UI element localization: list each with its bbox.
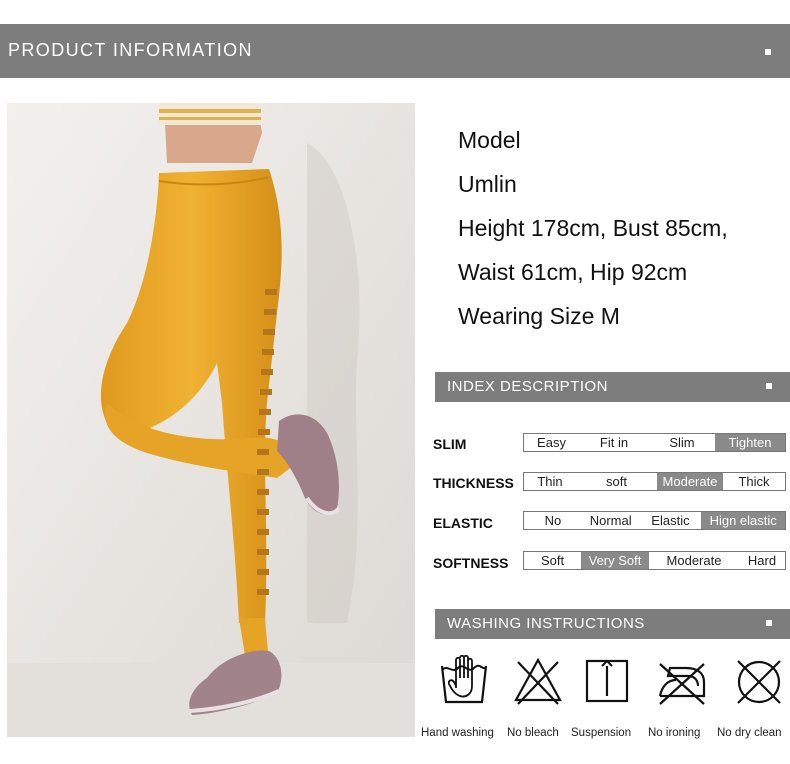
thickness-option-soft: soft <box>606 474 627 489</box>
model-info: Model Umlin Height 178cm, Bust 85cm, Wai… <box>458 118 728 338</box>
leggings-illustration <box>7 103 415 737</box>
elastic-label: ELASTIC <box>433 515 493 531</box>
thickness-option-moderate: Moderate <box>657 473 723 490</box>
slim-option-slim: Slim <box>669 435 695 450</box>
elastic-option-elastic: Elastic <box>651 513 690 528</box>
softness-option-moderate: Moderate <box>666 553 722 568</box>
slim-option-tighten: Tighten <box>715 434 785 451</box>
washing-square-icon <box>766 620 772 626</box>
slim-scale: Easy Fit in Slim Tighten <box>523 433 786 452</box>
washing-instructions-title: WASHING INSTRUCTIONS <box>447 615 645 632</box>
model-heading: Model <box>458 127 521 153</box>
thickness-scale: Thin soft Moderate Thick <box>523 472 786 491</box>
thickness-label: THICKNESS <box>433 475 514 491</box>
softness-option-very-soft: Very Soft <box>581 552 649 569</box>
model-waist-hip: Waist 61cm, Hip 92cm <box>458 259 688 285</box>
no-bleach-label: No bleach <box>507 727 559 739</box>
slim-option-easy: Easy <box>537 435 566 450</box>
no-dry-clean-label: No dry clean <box>717 727 782 739</box>
washing-instructions-header: WASHING INSTRUCTIONS <box>435 609 790 639</box>
header-title: PRODUCT INFORMATION <box>8 40 253 60</box>
hand-washing-label: Hand washing <box>421 727 494 739</box>
no-dry-clean-icon <box>732 652 786 708</box>
model-name: Umlin <box>458 171 517 197</box>
hand-wash-icon <box>438 652 490 708</box>
model-size: Wearing Size M <box>458 303 620 329</box>
elastic-option-no: No <box>544 513 562 528</box>
softness-option-soft: Soft <box>540 553 565 568</box>
product-info-header: PRODUCT INFORMATION <box>0 24 790 78</box>
slim-option-fit-in: Fit in <box>599 435 629 450</box>
no-bleach-icon <box>512 652 564 708</box>
softness-label: SOFTNESS <box>433 555 509 571</box>
no-ironing-label: No ironing <box>648 727 701 739</box>
index-square-icon <box>766 383 772 389</box>
no-iron-icon <box>654 652 710 708</box>
elastic-scale: No Normal Elastic Hign elastic <box>523 511 786 530</box>
elastic-option-normal: Normal <box>589 513 632 528</box>
model-height-bust: Height 178cm, Bust 85cm, <box>458 215 728 241</box>
suspension-label: Suspension <box>571 727 632 739</box>
thickness-option-thick: Thick <box>738 474 770 489</box>
slim-label: SLIM <box>433 436 467 452</box>
index-description-title: INDEX DESCRIPTION <box>447 378 609 395</box>
line-dry-icon <box>584 652 630 708</box>
product-photo <box>7 103 415 737</box>
thickness-option-thin: Thin <box>537 474 563 489</box>
header-square-icon <box>765 49 771 55</box>
index-description-header: INDEX DESCRIPTION <box>435 372 790 402</box>
softness-scale: Soft Very Soft Moderate Hard <box>523 551 786 570</box>
elastic-option-high-elastic: Hign elastic <box>701 512 785 529</box>
softness-option-hard: Hard <box>747 553 777 568</box>
